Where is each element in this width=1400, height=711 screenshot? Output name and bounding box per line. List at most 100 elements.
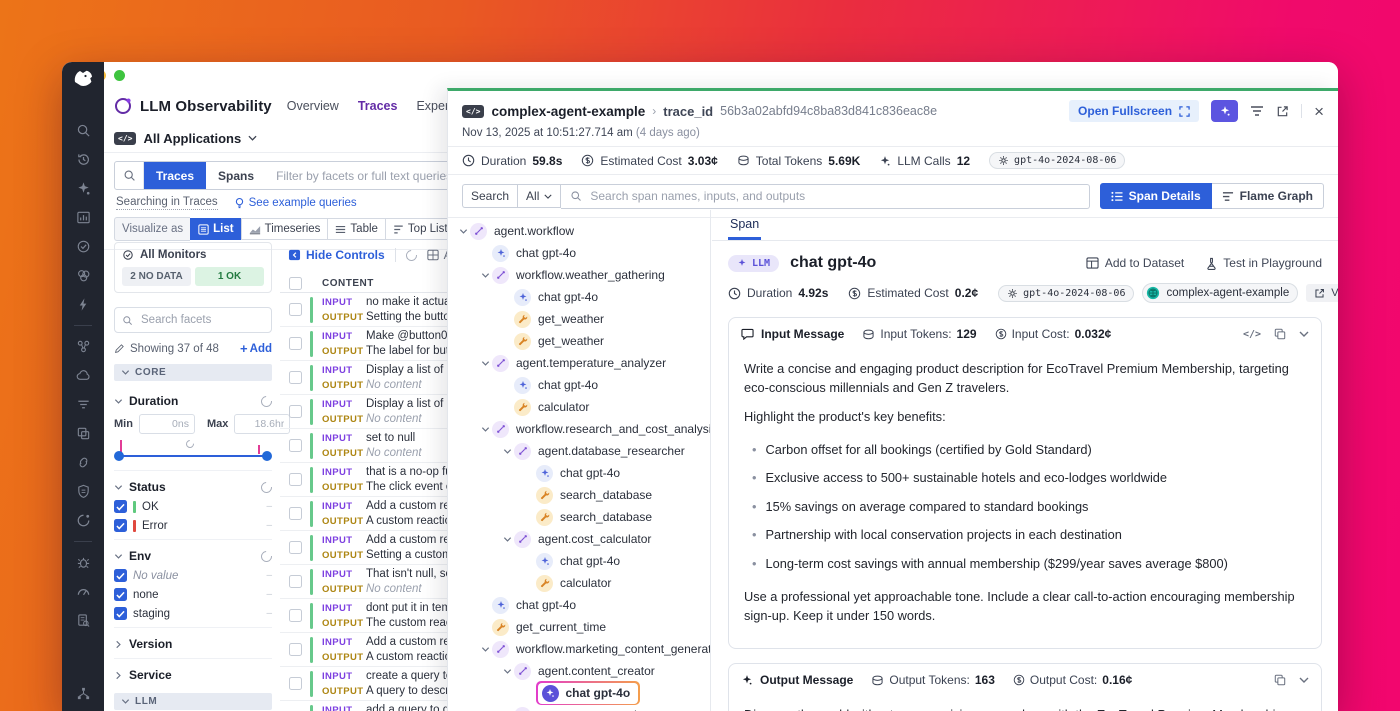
span-tree-item[interactable]: agent.content_reviewer [448,704,710,711]
collapse-icon[interactable] [1299,331,1309,337]
model-badge[interactable]: gpt-4o-2024-08-06 [998,285,1134,302]
span-tree-item[interactable]: get_weather [448,330,710,352]
org-settings-icon[interactable] [76,686,91,701]
span-tree-item[interactable]: agent.database_researcher [448,440,710,462]
span-tree-item[interactable]: chat gpt-4o [448,374,710,396]
slider-handle-max[interactable] [262,451,272,461]
trace-service-name[interactable]: complex-agent-example [491,104,645,119]
integrations-icon[interactable] [76,268,91,283]
checkbox-checked[interactable] [114,588,127,601]
test-in-playground-button[interactable]: Test in Playground [1206,256,1322,270]
facet-title[interactable]: Duration [114,391,272,411]
row-checkbox[interactable] [289,371,302,384]
row-checkbox[interactable] [289,439,302,452]
chevron-down-icon[interactable] [478,425,492,434]
chevron-down-icon[interactable] [478,645,492,654]
searching-in-label[interactable]: Searching in Traces [116,196,218,210]
processes-icon[interactable] [76,426,91,441]
span-search-input[interactable] [588,188,1079,204]
row-checkbox[interactable] [289,405,302,418]
content-column-header[interactable]: CONTENT [322,278,374,289]
facet-group-core[interactable]: CORE [114,364,272,381]
slider-handle-min[interactable] [114,451,124,461]
facet-title[interactable]: Version [114,634,272,654]
chevron-down-icon[interactable] [478,271,492,280]
copy-icon[interactable] [1274,674,1286,686]
duration-slider[interactable] [114,438,272,466]
row-checkbox[interactable] [289,677,302,690]
debug-icon[interactable] [76,555,91,570]
span-tree-item[interactable]: workflow.marketing_content_generation [448,638,710,660]
model-badge[interactable]: gpt-4o-2024-08-06 [989,152,1125,169]
span-tree-item[interactable]: agent.content_creator [448,660,710,682]
tab-span[interactable]: Span [728,211,761,240]
example-queries-link[interactable]: See example queries [234,197,357,209]
span-tree-item[interactable]: agent.cost_calculator [448,528,710,550]
row-checkbox[interactable] [289,507,302,520]
facet-title[interactable]: Service [114,665,272,685]
span-tree-item[interactable]: chat gpt-4o [448,682,710,704]
span-tree-item[interactable]: chat gpt-4o [448,550,710,572]
monitors-summary[interactable]: All Monitors 2 NO DATA 1 OK [114,242,272,293]
dashboards-icon[interactable] [76,210,91,225]
facet-search-input[interactable] [139,313,264,327]
chevron-down-icon[interactable] [500,447,514,456]
copy-icon[interactable] [1274,328,1286,340]
tab-traces[interactable]: Traces [358,95,398,117]
filter-scope-traces[interactable]: Traces [144,162,206,189]
hide-controls-button[interactable]: Hide Controls [288,248,385,262]
span-tree-item[interactable]: agent.workflow [448,220,710,242]
span-tree-item[interactable]: calculator [448,396,710,418]
span-search-scope-select[interactable]: All [517,184,561,208]
row-checkbox[interactable] [289,337,302,350]
open-fullscreen-button[interactable]: Open Fullscreen [1069,100,1199,122]
span-tree-item[interactable]: search_database [448,506,710,528]
view-in-apm-button[interactable]: View in APM [1306,284,1338,302]
performance-icon[interactable] [76,584,91,599]
flame-graph-view-button[interactable]: Flame Graph [1212,183,1324,209]
infrastructure-icon[interactable] [76,339,91,354]
select-all-checkbox[interactable] [289,277,302,290]
application-selector[interactable]: All Applications [143,131,241,146]
events-icon[interactable] [76,297,91,312]
span-tree-item[interactable]: chat gpt-4o [448,594,710,616]
span-details-view-button[interactable]: Span Details [1100,183,1212,209]
audit-trail-icon[interactable] [76,613,91,628]
row-checkbox[interactable] [289,541,302,554]
llm-observability-icon[interactable] [76,513,91,528]
open-in-new-icon[interactable] [1276,105,1289,118]
facet-title[interactable]: Env [114,546,272,566]
monitors-no-data-badge[interactable]: 2 NO DATA [122,267,191,286]
service-map-icon[interactable] [76,455,91,470]
span-tree-item[interactable]: get_weather [448,308,710,330]
filter-columns-icon[interactable] [1250,105,1264,117]
row-checkbox[interactable] [289,575,302,588]
row-checkbox[interactable] [289,473,302,486]
collapse-icon[interactable] [1299,677,1309,683]
span-tree-item[interactable]: calculator [448,572,710,594]
tab-overview[interactable]: Overview [287,95,339,117]
window-zoom-button[interactable] [114,70,125,81]
checkbox-checked[interactable] [114,607,127,620]
span-tree-item[interactable]: chat gpt-4o [448,286,710,308]
facet-option-staging[interactable]: staging– [114,604,272,623]
security-icon[interactable] [76,484,91,499]
span-tree-item[interactable]: search_database [448,484,710,506]
span-tree-item[interactable]: agent.temperature_analyzer [448,352,710,374]
facet-option-no-value[interactable]: No value– [114,566,272,585]
view-as-code-icon[interactable]: </> [1243,329,1261,340]
add-facet-button[interactable]: +Add [240,341,272,356]
search-icon[interactable] [76,123,91,138]
span-tree-item[interactable]: chat gpt-4o [448,242,710,264]
span-tree-item[interactable]: workflow.weather_gathering [448,264,710,286]
facet-option-error[interactable]: Error– [114,516,272,535]
span-tree-item[interactable]: workflow.research_and_cost_analysis [448,418,710,440]
span-tree-item[interactable]: get_current_time [448,616,710,638]
service-badge[interactable]: complex-agent-example [1142,283,1298,303]
duration-min-input[interactable] [139,414,195,434]
close-panel-button[interactable]: × [1314,103,1324,120]
chevron-down-icon[interactable] [500,535,514,544]
facet-option-ok[interactable]: OK– [114,497,272,516]
datadog-logo-icon[interactable] [71,68,95,90]
span-tree-item[interactable]: chat gpt-4o [448,462,710,484]
